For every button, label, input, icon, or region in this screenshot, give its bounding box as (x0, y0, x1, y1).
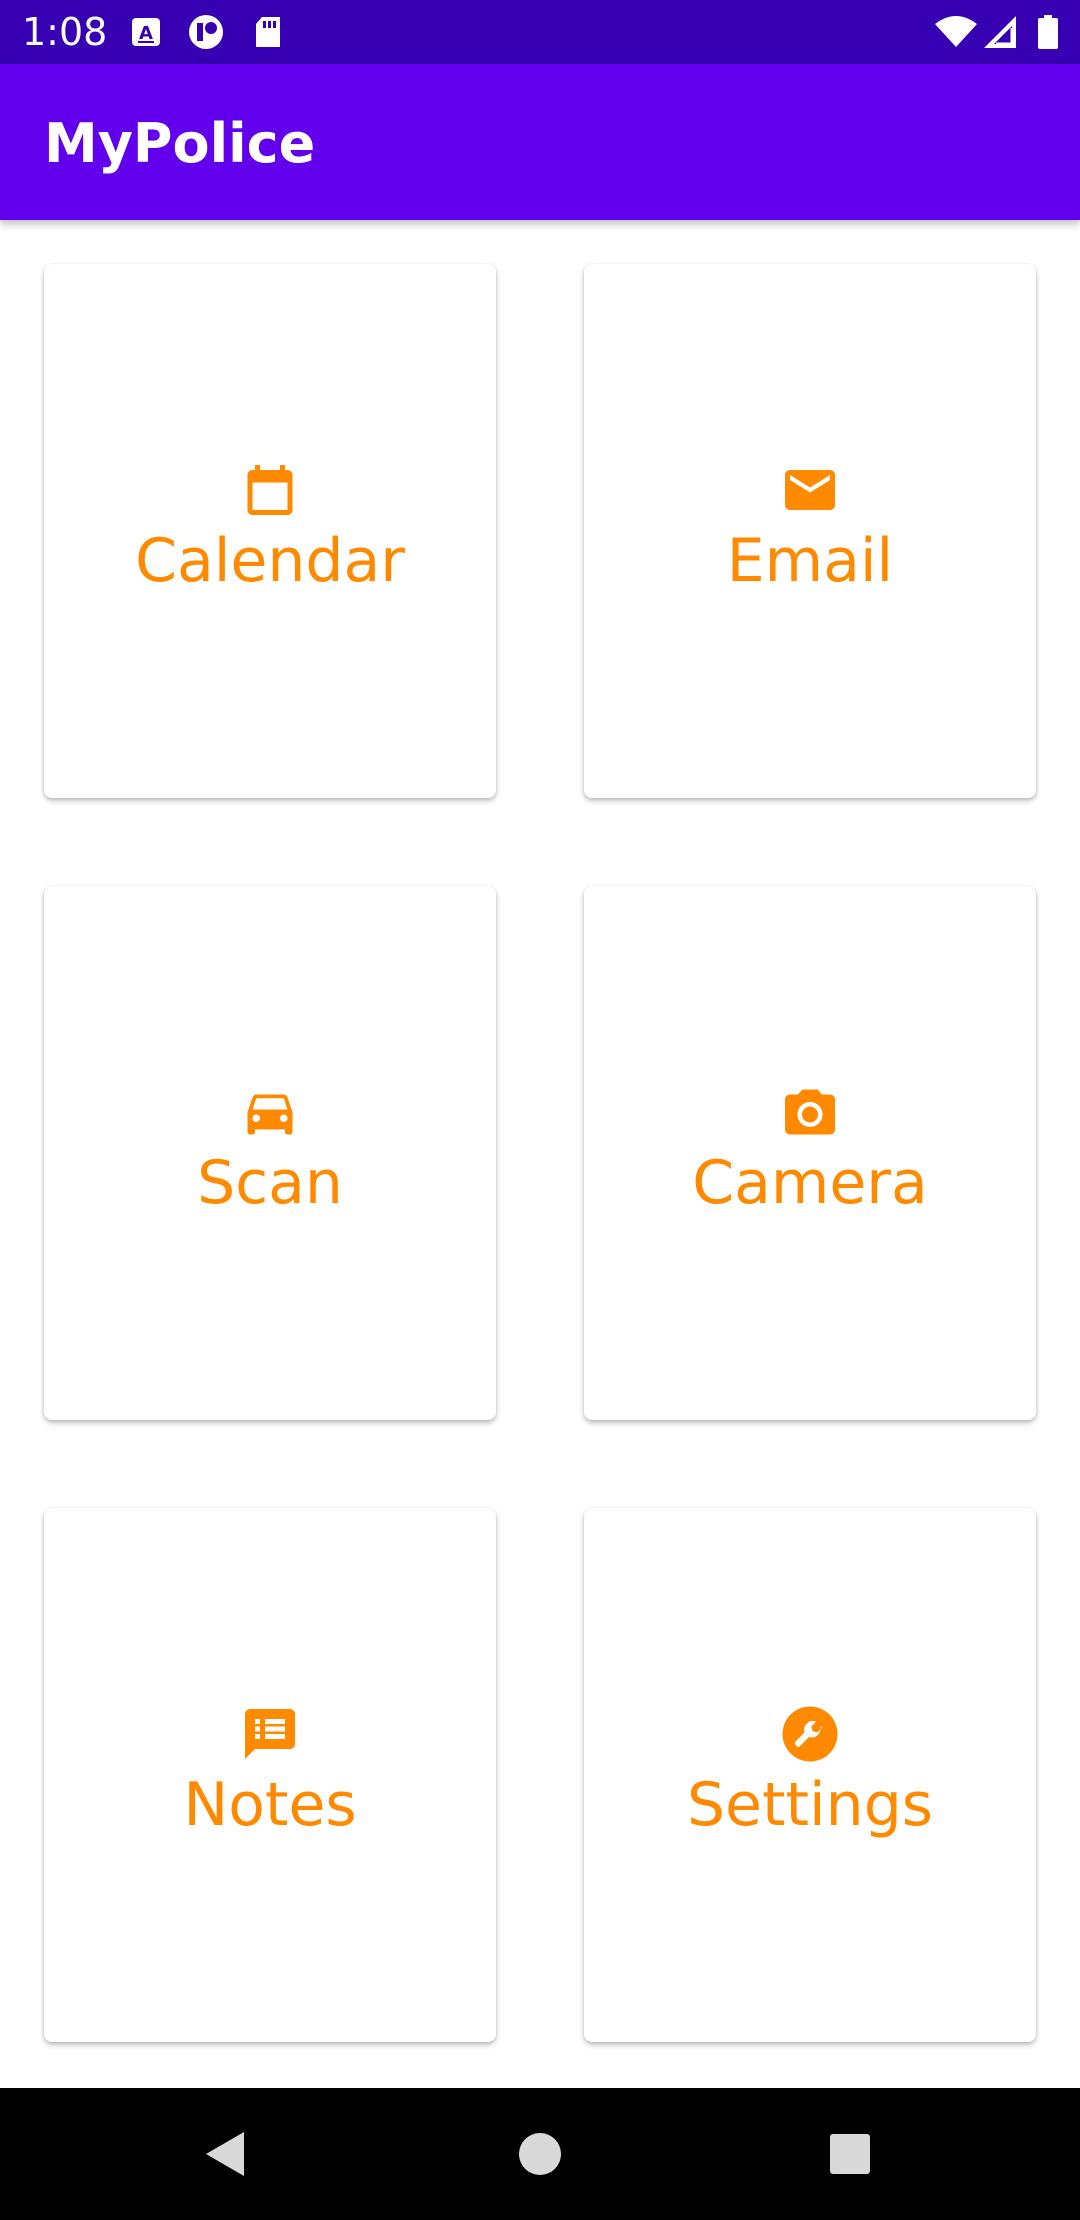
recents-icon[interactable] (814, 2118, 886, 2190)
tile-label: Calendar (135, 526, 405, 596)
calendar-icon (240, 460, 300, 520)
app-notification-icon (186, 14, 226, 50)
navigation-bar (0, 2088, 1080, 2220)
email-icon (780, 460, 840, 520)
tile-label: Settings (686, 1770, 934, 1840)
calendar-tile[interactable]: Calendar (44, 264, 496, 798)
camera-icon (780, 1082, 840, 1142)
status-bar: 1:08 A (0, 0, 1080, 64)
scan-tile[interactable]: Scan (44, 886, 496, 1420)
wifi-icon (934, 14, 978, 50)
battery-icon (1036, 14, 1060, 50)
status-time: 1:08 (22, 10, 108, 54)
a11y-notification-icon: A (130, 14, 162, 50)
camera-tile[interactable]: Camera (584, 886, 1036, 1420)
tile-label: Notes (183, 1770, 357, 1840)
car-icon (240, 1082, 300, 1142)
sd-card-icon (252, 14, 284, 50)
dashboard-grid: Calendar Email Scan Camera Notes Setting… (0, 220, 1080, 2088)
tile-label: Scan (197, 1148, 343, 1218)
home-icon[interactable] (504, 2118, 576, 2190)
back-icon[interactable] (192, 2118, 264, 2190)
notes-tile[interactable]: Notes (44, 1508, 496, 2042)
notes-icon (240, 1704, 300, 1764)
email-tile[interactable]: Email (584, 264, 1036, 798)
svg-text:A: A (139, 23, 153, 44)
wrench-icon (780, 1704, 840, 1764)
settings-tile[interactable]: Settings (584, 1508, 1036, 2042)
app-title: MyPolice (44, 112, 316, 175)
tile-label: Camera (692, 1148, 928, 1218)
app-bar: MyPolice (0, 64, 1080, 220)
tile-label: Email (726, 526, 894, 596)
cellular-signal-icon (982, 14, 1018, 50)
